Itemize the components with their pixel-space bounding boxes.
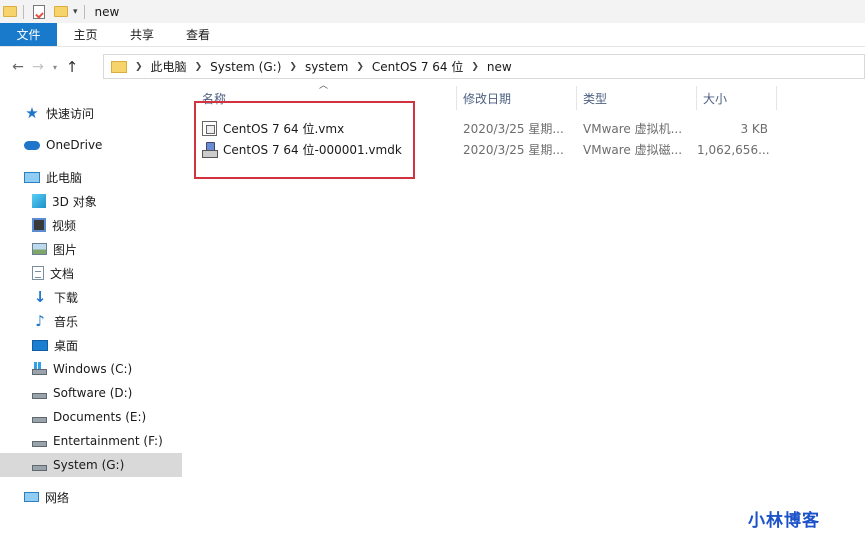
network-icon	[24, 492, 39, 502]
address-bar[interactable]: ❯ 此电脑 ❯ System (G:) ❯ system ❯ CentOS 7 …	[103, 54, 865, 79]
sidebar-item-label: 桌面	[54, 338, 79, 353]
3d-objects-icon	[32, 194, 46, 208]
folder-icon	[3, 6, 17, 17]
file-type: VMware 虚拟磁...	[583, 143, 683, 157]
sidebar-item-3d-objects[interactable]: 3D 对象	[0, 189, 182, 213]
sidebar-item-label: 快速访问	[46, 106, 95, 121]
sidebar-item-drive-c[interactable]: Windows (C:)	[0, 357, 182, 381]
sidebar-item-label: Entertainment (F:)	[53, 434, 163, 448]
breadcrumb-system[interactable]: system	[305, 60, 348, 74]
forward-icon[interactable]: →	[28, 59, 48, 75]
customize-dropdown-icon[interactable]: ▾	[73, 7, 78, 17]
pictures-icon	[32, 243, 47, 255]
sidebar-item-label: OneDrive	[46, 138, 103, 152]
documents-icon	[32, 266, 44, 280]
sidebar-item-label: 网络	[45, 490, 70, 505]
sidebar-item-label: Software (D:)	[53, 386, 133, 400]
sidebar-item-label: 视频	[52, 218, 77, 233]
recent-locations-icon[interactable]: ▾	[48, 63, 62, 72]
sidebar-item-network[interactable]: 网络	[0, 485, 182, 509]
column-divider[interactable]	[456, 86, 457, 110]
ribbon: 文件 主页 共享 查看	[0, 23, 865, 47]
sidebar-item-drive-e[interactable]: Documents (E:)	[0, 405, 182, 429]
navigation-bar: ← → ▾ ↑ ❯ 此电脑 ❯ System (G:) ❯ system ❯ C…	[0, 53, 865, 81]
column-header-size[interactable]: 大小	[703, 86, 773, 110]
file-date: 2020/3/25 星期...	[463, 143, 564, 157]
chevron-right-icon[interactable]: ❯	[471, 62, 479, 72]
file-type: VMware 虚拟机...	[583, 122, 683, 136]
cloud-icon	[24, 140, 40, 150]
sidebar-item-label: System (G:)	[53, 458, 125, 472]
sidebar-item-desktop[interactable]: 桌面	[0, 333, 182, 357]
breadcrumb-new[interactable]: new	[487, 60, 512, 74]
sidebar-item-label: 音乐	[54, 314, 79, 329]
tab-home[interactable]: 主页	[57, 23, 114, 46]
toolbar-divider	[23, 4, 24, 19]
sidebar-item-documents[interactable]: 文档	[0, 261, 182, 285]
watermark-logo: 小林博客	[748, 511, 820, 531]
sidebar-item-label: 图片	[53, 242, 78, 257]
sidebar-item-downloads[interactable]: ↓ 下载	[0, 285, 182, 309]
properties-icon[interactable]	[33, 4, 45, 19]
new-folder-icon[interactable]	[54, 6, 68, 17]
drive-icon	[32, 393, 47, 399]
column-header-date[interactable]: 修改日期	[463, 86, 573, 110]
drive-icon	[32, 441, 47, 447]
tab-file[interactable]: 文件	[0, 23, 57, 46]
sidebar-item-videos[interactable]: 视频	[0, 213, 182, 237]
sidebar-item-label: Documents (E:)	[53, 410, 147, 424]
breadcrumb-drive[interactable]: System (G:)	[210, 60, 281, 74]
sidebar-item-label: 3D 对象	[52, 194, 97, 209]
pc-icon	[24, 171, 40, 183]
toolbar-divider	[83, 4, 85, 19]
column-divider[interactable]	[776, 86, 777, 110]
sidebar-item-pictures[interactable]: 图片	[0, 237, 182, 261]
windows-drive-icon	[32, 362, 47, 375]
chevron-right-icon[interactable]: ❯	[356, 62, 364, 72]
breadcrumb-centos[interactable]: CentOS 7 64 位	[372, 58, 463, 75]
tab-view[interactable]: 查看	[170, 23, 226, 46]
column-divider[interactable]	[576, 86, 577, 110]
sidebar-item-quick-access[interactable]: ★ 快速访问	[0, 101, 182, 125]
sidebar-item-drive-d[interactable]: Software (D:)	[0, 381, 182, 405]
sidebar-item-label: 文档	[50, 266, 75, 281]
navigation-pane: ★ 快速访问 OneDrive 此电脑 3D 对象 视频 图片 文档 ↓ 下载 …	[0, 93, 182, 556]
sidebar-item-onedrive[interactable]: OneDrive	[0, 133, 182, 157]
sidebar-item-drive-f[interactable]: Entertainment (F:)	[0, 429, 182, 453]
back-icon[interactable]: ←	[8, 59, 28, 75]
highlight-annotation-box	[194, 101, 415, 179]
sidebar-item-label: 此电脑	[46, 170, 83, 185]
sidebar-item-label: Windows (C:)	[53, 362, 133, 376]
title-bar: ▾ new	[0, 0, 865, 23]
folder-icon	[111, 60, 127, 73]
sidebar-item-music[interactable]: ♪ 音乐	[0, 309, 182, 333]
sidebar-item-this-pc[interactable]: 此电脑	[0, 165, 182, 189]
column-divider[interactable]	[696, 86, 697, 110]
drive-icon	[32, 465, 47, 471]
breadcrumb-this-pc[interactable]: 此电脑	[151, 58, 187, 75]
up-icon[interactable]: ↑	[62, 58, 82, 76]
desktop-icon	[32, 339, 48, 351]
file-size: 3 KB	[740, 121, 768, 136]
download-icon: ↓	[33, 288, 47, 306]
music-icon: ♪	[35, 312, 45, 330]
tab-share[interactable]: 共享	[114, 23, 170, 46]
sidebar-item-label: 下载	[54, 290, 79, 305]
column-header-type[interactable]: 类型	[583, 86, 693, 110]
star-icon: ★	[25, 104, 39, 122]
video-icon	[32, 218, 46, 232]
sidebar-item-drive-g[interactable]: System (G:)	[0, 453, 182, 477]
window-title: new	[94, 4, 120, 19]
file-date: 2020/3/25 星期...	[463, 122, 564, 136]
chevron-right-icon[interactable]: ❯	[289, 62, 297, 72]
chevron-right-icon[interactable]: ❯	[135, 62, 143, 72]
chevron-right-icon[interactable]: ❯	[195, 62, 203, 72]
drive-icon	[32, 417, 47, 423]
file-size: 1,062,656...	[697, 142, 770, 157]
